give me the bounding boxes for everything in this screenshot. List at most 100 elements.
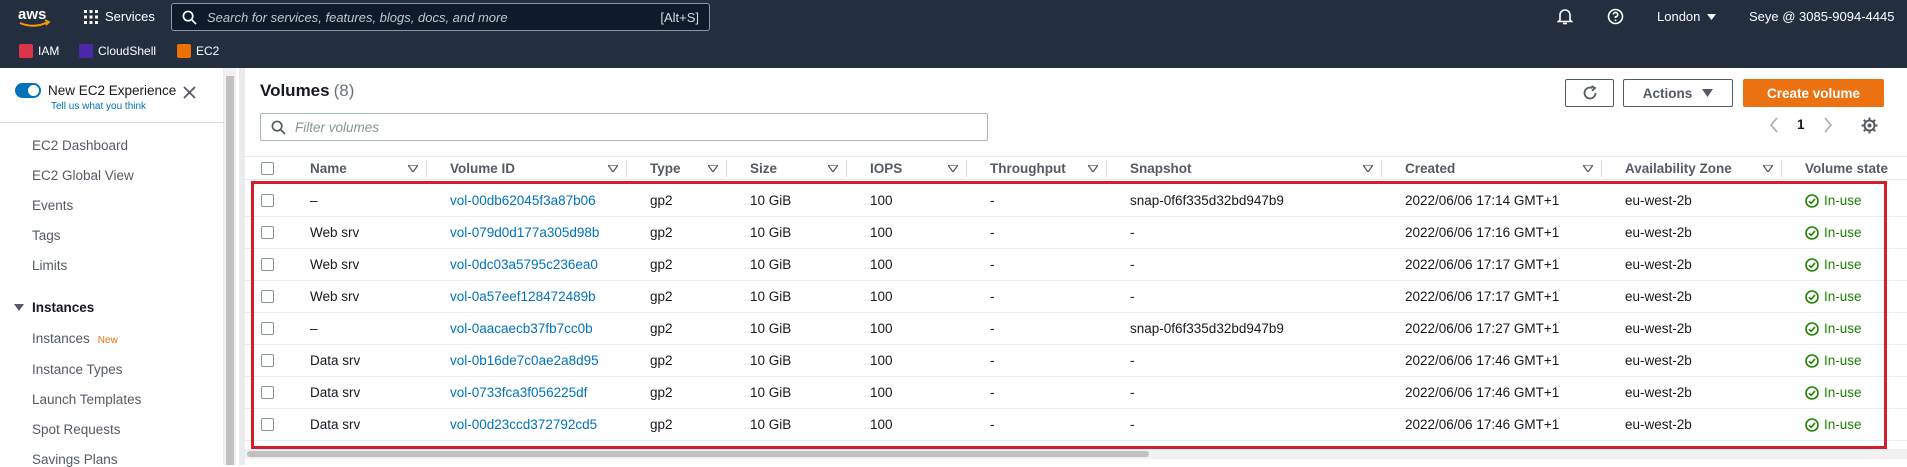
column-header-volume-state[interactable]: Volume state <box>1805 161 1888 176</box>
region-selector[interactable]: London <box>1657 9 1717 24</box>
sort-icon[interactable] <box>408 165 418 172</box>
column-resizer[interactable] <box>1106 160 1107 177</box>
row-checkbox[interactable] <box>261 354 274 367</box>
row-checkbox[interactable] <box>261 194 274 207</box>
cell-created: 2022/06/06 17:46 GMT+1 <box>1405 417 1560 432</box>
sidebar-item-instances[interactable]: Instances New <box>32 331 118 346</box>
filter-input[interactable] <box>286 118 987 136</box>
services-menu[interactable]: Services <box>84 9 155 24</box>
cell-snapshot: - <box>1130 257 1135 272</box>
sidebar-section-instances[interactable]: Instances <box>14 300 94 315</box>
sort-icon[interactable] <box>1363 165 1373 172</box>
new-experience-toggle[interactable] <box>15 83 41 98</box>
column-header-snapshot[interactable]: Snapshot <box>1130 161 1192 176</box>
volume-id-link[interactable]: vol-0aacaecb37fb7cc0b <box>450 321 593 336</box>
sort-icon[interactable] <box>708 165 718 172</box>
gear-icon[interactable] <box>1861 117 1878 137</box>
table-row[interactable]: – vol-0aacaecb37fb7cc0b gp2 10 GiB 100 -… <box>245 313 1907 345</box>
volume-id-link[interactable]: vol-00d23ccd372792cd5 <box>450 417 597 432</box>
column-resizer[interactable] <box>726 160 727 177</box>
volume-id-link[interactable]: vol-0dc03a5795c236ea0 <box>450 257 598 272</box>
cell-size: 10 GiB <box>750 385 792 400</box>
row-checkbox[interactable] <box>261 226 274 239</box>
table-row[interactable]: – vol-00db62045f3a87b06 gp2 10 GiB 100 -… <box>245 185 1907 217</box>
actions-button[interactable]: Actions <box>1623 79 1733 107</box>
column-header-type[interactable]: Type <box>650 161 681 176</box>
status-badge: In-use <box>1805 257 1862 272</box>
sort-icon[interactable] <box>608 165 618 172</box>
scrollbar-thumb[interactable] <box>226 76 234 465</box>
table-horizontal-scrollbar[interactable] <box>245 449 1907 459</box>
table-row[interactable]: Data srv vol-0b16de7c0ae2a8d95 gp2 10 Gi… <box>245 345 1907 377</box>
sidebar-item-spot-requests[interactable]: Spot Requests <box>32 422 121 437</box>
row-checkbox[interactable] <box>261 386 274 399</box>
sidebar-item-limits[interactable]: Limits <box>32 258 67 273</box>
sort-icon[interactable] <box>948 165 958 172</box>
column-header-name[interactable]: Name <box>310 161 347 176</box>
create-volume-label: Create volume <box>1766 85 1861 101</box>
table-row[interactable]: Web srv vol-079d0d177a305d98b gp2 10 GiB… <box>245 217 1907 249</box>
column-resizer[interactable] <box>846 160 847 177</box>
page-number[interactable]: 1 <box>1797 117 1805 132</box>
cell-availability-zone: eu-west-2b <box>1625 321 1692 336</box>
column-header-availability-zone[interactable]: Availability Zone <box>1625 161 1732 176</box>
aws-logo[interactable]: aws <box>17 5 53 29</box>
favorite-ec2[interactable]: EC2 <box>177 44 219 58</box>
volume-id-link[interactable]: vol-0b16de7c0ae2a8d95 <box>450 353 599 368</box>
column-header-created[interactable]: Created <box>1405 161 1455 176</box>
table-row[interactable]: Web srv vol-0dc03a5795c236ea0 gp2 10 GiB… <box>245 249 1907 281</box>
volume-id-link[interactable]: vol-079d0d177a305d98b <box>450 225 599 240</box>
search-input[interactable] <box>197 8 661 26</box>
favorite-cloudshell[interactable]: CloudShell <box>79 44 156 58</box>
sidebar-item-tags[interactable]: Tags <box>32 228 61 243</box>
table-row[interactable]: Data srv vol-0733fca3f056225df gp2 10 Gi… <box>245 377 1907 409</box>
column-resizer[interactable] <box>1381 160 1382 177</box>
table-row[interactable]: Web srv vol-0a57eef128472489b gp2 10 GiB… <box>245 281 1907 313</box>
refresh-button[interactable] <box>1565 79 1614 107</box>
sort-icon[interactable] <box>828 165 838 172</box>
global-search[interactable]: [Alt+S] <box>171 3 710 31</box>
column-resizer[interactable] <box>1601 160 1602 177</box>
column-resizer[interactable] <box>1781 160 1782 177</box>
sidebar-item-ec2-global-view[interactable]: EC2 Global View <box>32 168 134 183</box>
grid-icon <box>84 9 98 24</box>
scrollbar-thumb[interactable] <box>247 451 1149 457</box>
sidebar-item-instance-types[interactable]: Instance Types <box>32 362 123 377</box>
sidebar-item-ec2-dashboard[interactable]: EC2 Dashboard <box>32 138 128 153</box>
column-header-size[interactable]: Size <box>750 161 777 176</box>
column-resizer[interactable] <box>626 160 627 177</box>
previous-page-icon[interactable] <box>1769 117 1779 136</box>
filter-volumes[interactable] <box>260 113 988 141</box>
row-checkbox[interactable] <box>261 418 274 431</box>
bell-icon[interactable] <box>1556 8 1574 28</box>
favorite-iam[interactable]: IAM <box>19 44 59 58</box>
sidebar-item-launch-templates[interactable]: Launch Templates <box>32 392 141 407</box>
volume-id-link[interactable]: vol-0733fca3f056225df <box>450 385 587 400</box>
sort-icon[interactable] <box>1763 165 1773 172</box>
close-icon[interactable] <box>183 86 196 104</box>
cell-name: Data srv <box>310 353 361 368</box>
sidebar-item-label: Instances <box>32 331 90 346</box>
sidebar-scrollbar[interactable] <box>224 68 236 465</box>
account-menu[interactable]: Seye @ 3085-9094-4445 <box>1749 9 1894 24</box>
sort-icon[interactable] <box>1088 165 1098 172</box>
column-resizer[interactable] <box>426 160 427 177</box>
volume-id-link[interactable]: vol-00db62045f3a87b06 <box>450 193 596 208</box>
help-icon[interactable] <box>1607 8 1624 28</box>
next-page-icon[interactable] <box>1823 117 1833 136</box>
row-checkbox[interactable] <box>261 290 274 303</box>
table-row[interactable]: Data srv vol-00d23ccd372792cd5 gp2 10 Gi… <box>245 409 1907 441</box>
row-checkbox[interactable] <box>261 258 274 271</box>
volume-id-link[interactable]: vol-0a57eef128472489b <box>450 289 596 304</box>
column-header-throughput[interactable]: Throughput <box>990 161 1066 176</box>
create-volume-button[interactable]: Create volume <box>1743 79 1884 107</box>
sort-icon[interactable] <box>1583 165 1593 172</box>
cloudshell-service-icon <box>79 44 93 58</box>
select-all-checkbox[interactable] <box>261 162 274 175</box>
column-header-volume-id[interactable]: Volume ID <box>450 161 515 176</box>
sidebar-item-events[interactable]: Events <box>32 198 73 213</box>
column-resizer[interactable] <box>966 160 967 177</box>
row-checkbox[interactable] <box>261 322 274 335</box>
column-header-iops[interactable]: IOPS <box>870 161 902 176</box>
feedback-link[interactable]: Tell us what you think <box>51 101 146 112</box>
